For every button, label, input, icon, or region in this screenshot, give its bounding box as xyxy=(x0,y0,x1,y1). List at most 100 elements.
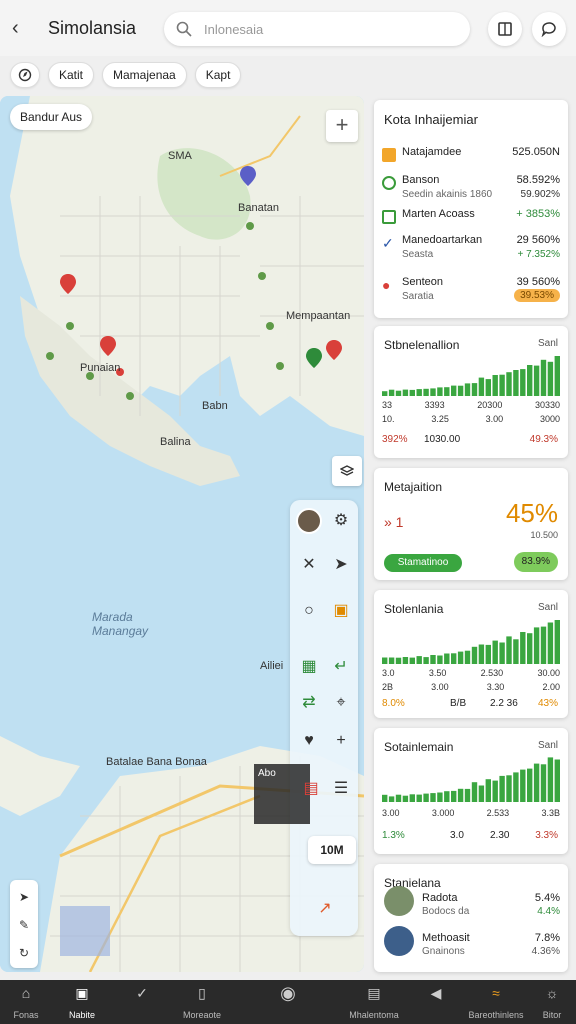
nav-item-fonas[interactable]: ⌂ Fonas xyxy=(0,984,56,1024)
settings-icon[interactable]: ⚙ xyxy=(328,508,354,534)
chat-button[interactable] xyxy=(532,12,566,46)
map-label-sea: Marada Manangay xyxy=(92,610,149,638)
tick: 10. xyxy=(382,414,395,424)
chart-bar xyxy=(437,792,443,802)
chart-card-2: Stolenlania Sanl 3.0 3.50 2.530 30.00 2B 3.0… xyxy=(374,590,568,718)
meta-button[interactable]: Stamatinoo xyxy=(384,554,462,572)
check-icon: ✓ xyxy=(382,235,394,251)
person-row[interactable]: Radota Bodocs da 5.4% 4.4% xyxy=(382,886,560,924)
map-layer-button[interactable] xyxy=(332,456,362,486)
circle-icon[interactable]: ○ xyxy=(296,598,322,624)
nav-item-center[interactable]: ◉ xyxy=(258,984,318,1024)
nav-item-route[interactable]: ✓ xyxy=(112,984,172,1024)
measure-icon[interactable]: ✎ xyxy=(11,912,37,938)
center-dot-icon: ◉ xyxy=(280,983,296,1003)
people-card: Stanielana Radota Bodocs da 5.4% 4.4% Me… xyxy=(374,864,568,972)
meta-title: Metajaition xyxy=(384,480,443,494)
kota-row-value: + 3853% xyxy=(516,208,560,220)
chip-location-icon[interactable] xyxy=(10,62,40,88)
person-value: 5.4% xyxy=(534,892,560,904)
pin-tool-icon[interactable]: ⌖ xyxy=(328,690,354,716)
kota-row[interactable]: ✓ Manedoartarkan Seasta 29 560% + 7.352% xyxy=(382,232,560,268)
tick: 3.3B xyxy=(541,808,560,818)
kota-row-value2: + 7.352% xyxy=(517,249,560,260)
nav-item-moreaote[interactable]: ▯ Moreaote xyxy=(172,984,232,1024)
search-bar[interactable]: Inlonesaia xyxy=(164,12,470,46)
zoom-in-button[interactable]: + xyxy=(326,110,358,142)
chart-bar xyxy=(485,379,491,396)
chart-bar xyxy=(457,385,464,396)
map-label-area3: Punaian xyxy=(80,362,121,374)
kota-card: Kota Inhaijemiar Natajamdee 525.050N Ban… xyxy=(374,100,568,318)
tablet-icon: ▯ xyxy=(198,985,206,1001)
dark-label-text: Abo xyxy=(258,768,276,779)
bar-icon xyxy=(382,148,396,162)
tick: 3393 xyxy=(424,400,445,410)
chart-bar xyxy=(423,793,429,802)
window-icon: ▤ xyxy=(367,985,381,1001)
chip-mamajenaa[interactable]: Mamajenaa xyxy=(102,62,187,88)
nav-item-nabite[interactable]: ▣ Nabite xyxy=(52,984,112,1024)
chip-katit[interactable]: Katit xyxy=(48,62,95,88)
chart-bar xyxy=(395,794,402,802)
chart-bar xyxy=(430,793,436,802)
nav-item-bareothinlens[interactable]: ≈ Bareothinlens xyxy=(466,984,526,1024)
tick: 30330 xyxy=(534,400,560,410)
chat-icon xyxy=(541,22,556,37)
chart-bar xyxy=(444,387,450,396)
circle-status-icon xyxy=(382,176,396,190)
photo-icon[interactable]: ▣ xyxy=(328,598,354,624)
chart2-title: Stolenlania xyxy=(384,602,444,616)
close-icon[interactable]: ✕ xyxy=(296,552,322,578)
avatar xyxy=(384,886,414,916)
nav-item-bitor[interactable]: ☼ Bitor xyxy=(522,984,576,1024)
send-icon[interactable]: ➤ xyxy=(328,552,354,578)
bottom-nav: ⌂ Fonas ▣ Nabite ✓ ▯ Moreaote ◉ ▤ Mhalentoma… xyxy=(0,980,576,1024)
chart-bar xyxy=(402,795,409,802)
chart-bar xyxy=(382,391,388,396)
chart-bar xyxy=(451,790,457,802)
kota-row[interactable]: Banson Seedin akainis 1860 58.592% 59.90… xyxy=(382,172,560,208)
grid-icon[interactable]: ▦ xyxy=(296,654,322,680)
nav-label: Nabite xyxy=(68,1010,95,1020)
layers-icon xyxy=(339,465,355,476)
chart-bar xyxy=(520,769,526,802)
kota-row-value: 525.050N xyxy=(512,146,560,158)
person-row[interactable]: Methoasit Gnainons 7.8% 4.36% xyxy=(382,926,560,964)
chart-bar xyxy=(554,356,560,396)
refresh-icon[interactable]: ↻ xyxy=(11,940,37,966)
meta-left-value: » 1 xyxy=(384,514,404,530)
compass-tool-icon[interactable]: ➤ xyxy=(11,884,37,910)
add-icon[interactable]: + xyxy=(328,728,354,754)
chart2-foot-mid2: 2.2 36 xyxy=(490,698,518,709)
chip-kapt[interactable]: Kapt xyxy=(194,62,242,88)
swap-icon[interactable]: ⇄ xyxy=(296,690,322,716)
route-icon: ✓ xyxy=(136,985,148,1001)
chart3-foot-mid2: 2.30 xyxy=(490,830,510,841)
kota-row[interactable]: ● Senteon Saratia 39 560% 39.53% xyxy=(382,274,560,310)
chart-bar xyxy=(533,763,540,802)
chart-bar xyxy=(485,779,491,802)
tick: 2.00 xyxy=(542,682,560,692)
chart-bar xyxy=(451,653,457,664)
chart3-ticks-top: 3.00 3.000 2.533 3.3B xyxy=(382,808,560,818)
trend-icon[interactable]: ↗ xyxy=(312,896,338,922)
nav-item-share[interactable]: ◀ xyxy=(406,984,466,1024)
hook-icon[interactable]: ↵ xyxy=(328,654,354,680)
chart1-title: Stbnelenallion xyxy=(384,338,460,352)
heart-icon[interactable]: ♥ xyxy=(296,728,322,754)
nav-item-mhalentoma[interactable]: ▤ Mhalentoma xyxy=(344,984,404,1024)
chart-bar xyxy=(416,794,422,802)
user-avatar[interactable] xyxy=(296,508,322,534)
chart-bar xyxy=(423,657,429,664)
chart-bar xyxy=(499,374,505,396)
chart-bar xyxy=(388,796,395,802)
back-arrow-icon[interactable]: ‹ xyxy=(12,18,32,38)
book-button[interactable] xyxy=(488,12,522,46)
calendar-icon[interactable]: ▤ xyxy=(298,776,324,802)
nav-label: Bareothinlens xyxy=(468,1010,524,1020)
clipboard-icon[interactable]: ☰ xyxy=(328,776,354,802)
home-icon: ⌂ xyxy=(21,985,31,1001)
chart-bar xyxy=(492,640,498,664)
location-badge[interactable]: Bandur Aus xyxy=(10,104,93,130)
